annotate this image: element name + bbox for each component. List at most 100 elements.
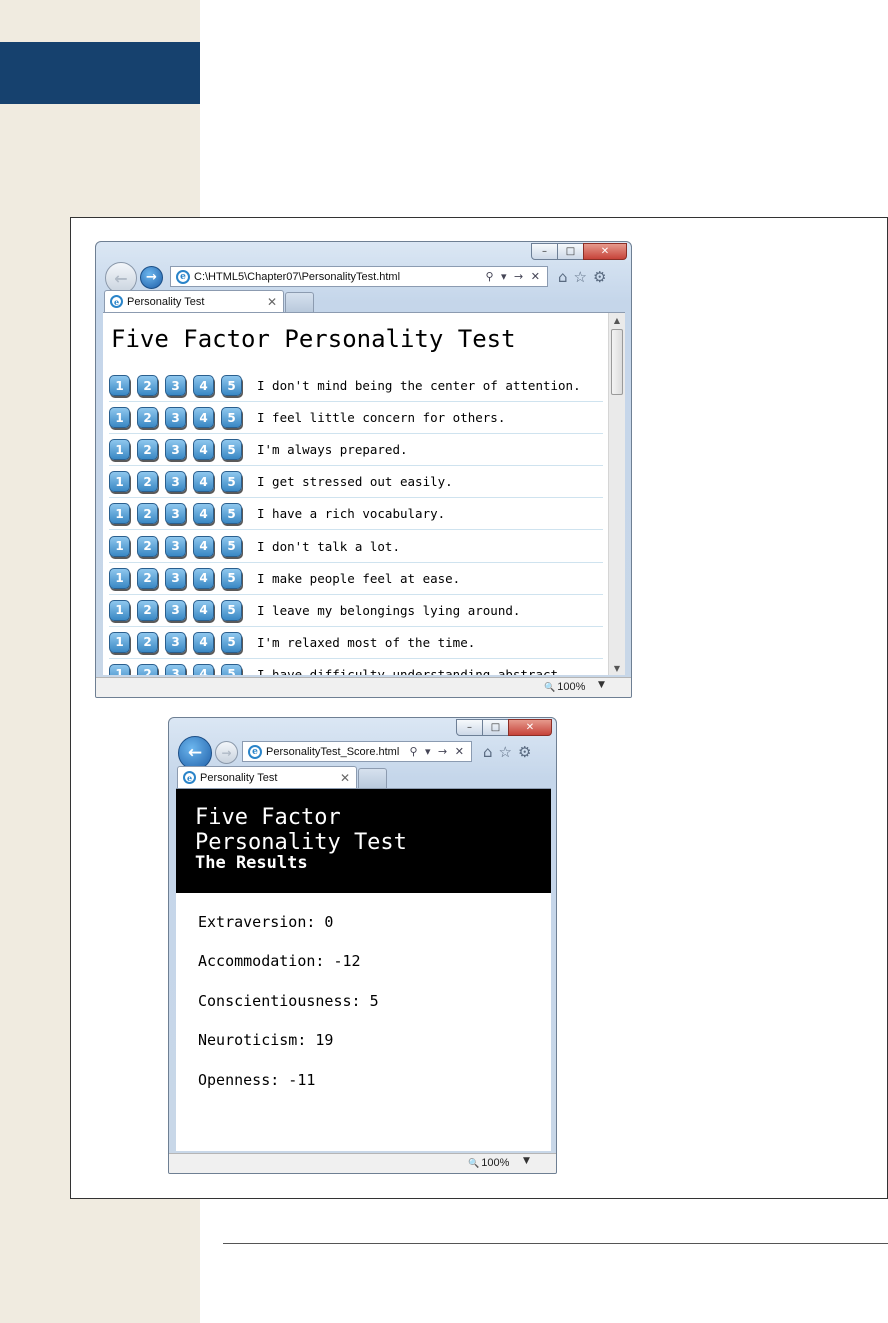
favorites-star-icon[interactable]: ☆ xyxy=(574,268,587,286)
rating-button-1[interactable]: 1 xyxy=(109,503,130,525)
tools-gear-icon[interactable]: ⚙ xyxy=(593,268,606,286)
rating-button-1[interactable]: 1 xyxy=(109,407,130,429)
zoom-dropdown-icon[interactable]: ▼ xyxy=(598,680,605,690)
rating-button-3[interactable]: 3 xyxy=(165,599,186,621)
scroll-down-icon[interactable]: ▼ xyxy=(609,661,625,675)
score-item: Conscientiousness: 5 xyxy=(198,991,379,1010)
home-icon[interactable]: ⌂ xyxy=(483,743,493,761)
maximize-button[interactable]: □ xyxy=(557,243,584,260)
rating-button-1[interactable]: 1 xyxy=(109,631,130,653)
rating-button-4[interactable]: 4 xyxy=(193,663,214,675)
rating-button-3[interactable]: 3 xyxy=(165,471,186,493)
rating-button-4[interactable]: 4 xyxy=(193,375,214,397)
address-url[interactable]: C:\HTML5\Chapter07\PersonalityTest.html xyxy=(194,271,400,283)
address-tools-icons[interactable]: ⚲ ▾ → ✕ xyxy=(409,745,471,758)
tab-close-icon[interactable]: ✕ xyxy=(267,295,277,309)
new-tab-button[interactable] xyxy=(358,768,387,788)
rating-button-5[interactable]: 5 xyxy=(221,631,242,653)
rating-button-4[interactable]: 4 xyxy=(193,567,214,589)
new-tab-button[interactable] xyxy=(285,292,314,312)
rating-button-2[interactable]: 2 xyxy=(137,375,158,397)
question-row: 1 2 3 4 5 I'm relaxed most of the time. xyxy=(109,627,603,659)
tab-close-icon[interactable]: ✕ xyxy=(340,771,350,785)
rating-button-5[interactable]: 5 xyxy=(221,471,242,493)
rating-group: 12345 xyxy=(109,631,242,653)
rating-button-5[interactable]: 5 xyxy=(221,407,242,429)
rating-group: 12345 xyxy=(109,663,242,675)
rating-button-5[interactable]: 5 xyxy=(221,535,242,557)
rating-button-2[interactable]: 2 xyxy=(137,599,158,621)
rating-button-3[interactable]: 3 xyxy=(165,663,186,675)
rating-button-5[interactable]: 5 xyxy=(221,663,242,675)
rating-button-3[interactable]: 3 xyxy=(165,375,186,397)
rating-button-2[interactable]: 2 xyxy=(137,567,158,589)
rating-button-1[interactable]: 1 xyxy=(109,439,130,461)
rating-button-3[interactable]: 3 xyxy=(165,567,186,589)
rating-button-5[interactable]: 5 xyxy=(221,439,242,461)
rating-button-3[interactable]: 3 xyxy=(165,439,186,461)
close-button[interactable]: ✕ xyxy=(508,719,552,736)
address-bar[interactable]: e C:\HTML5\Chapter07\PersonalityTest.htm… xyxy=(170,266,548,287)
rating-button-1[interactable]: 1 xyxy=(109,471,130,493)
rating-button-1[interactable]: 1 xyxy=(109,567,130,589)
zoom-control[interactable]: 🔍 100% xyxy=(544,681,585,693)
rating-button-4[interactable]: 4 xyxy=(193,471,214,493)
rating-button-3[interactable]: 3 xyxy=(165,631,186,653)
address-tools-icons[interactable]: ⚲ ▾ → ✕ xyxy=(485,270,547,283)
tab-personality-test[interactable]: e Personality Test ✕ xyxy=(177,766,357,788)
rating-button-4[interactable]: 4 xyxy=(193,631,214,653)
rating-button-5[interactable]: 5 xyxy=(221,375,242,397)
rating-button-2[interactable]: 2 xyxy=(137,503,158,525)
rating-button-4[interactable]: 4 xyxy=(193,407,214,429)
ie-page-icon: e xyxy=(176,269,190,284)
tools-gear-icon[interactable]: ⚙ xyxy=(518,743,531,761)
rating-button-3[interactable]: 3 xyxy=(165,503,186,525)
question-row: 12345 I make people feel at ease. xyxy=(109,563,603,595)
rating-button-3[interactable]: 3 xyxy=(165,407,186,429)
rating-button-4[interactable]: 4 xyxy=(193,599,214,621)
results-subtitle: The Results xyxy=(195,853,308,873)
rating-button-5[interactable]: 5 xyxy=(221,503,242,525)
rating-button-3[interactable]: 3 xyxy=(165,535,186,557)
close-button[interactable]: ✕ xyxy=(583,243,627,260)
rating-button-1[interactable]: 1 xyxy=(109,599,130,621)
rating-button-2[interactable]: 2 xyxy=(137,407,158,429)
forward-button[interactable]: → xyxy=(215,741,238,764)
minimize-button[interactable]: – xyxy=(531,243,558,260)
rating-button-2[interactable]: 2 xyxy=(137,439,158,461)
rating-button-4[interactable]: 4 xyxy=(193,439,214,461)
back-button[interactable]: ← xyxy=(178,736,212,770)
status-bar: 🔍 100% ▼ xyxy=(169,1153,556,1173)
zoom-level: 100% xyxy=(481,1157,510,1169)
maximize-button[interactable]: □ xyxy=(482,719,509,736)
rating-group: 12345 xyxy=(109,503,242,525)
address-bar[interactable]: e PersonalityTest_Score.html ⚲ ▾ → ✕ xyxy=(242,741,472,762)
zoom-dropdown-icon[interactable]: ▼ xyxy=(523,1156,530,1166)
rating-button-2[interactable]: 2 xyxy=(137,535,158,557)
rating-button-5[interactable]: 5 xyxy=(221,567,242,589)
scroll-thumb[interactable] xyxy=(611,329,623,395)
rating-button-1[interactable]: 1 xyxy=(109,535,130,557)
scroll-up-icon[interactable]: ▲ xyxy=(609,313,625,327)
command-icons: ⌂ ☆ ⚙ xyxy=(558,268,606,286)
home-icon[interactable]: ⌂ xyxy=(558,268,568,286)
address-url[interactable]: PersonalityTest_Score.html xyxy=(266,746,399,758)
rating-button-2[interactable]: 2 xyxy=(137,471,158,493)
question-text: I'm always prepared. xyxy=(257,442,408,458)
rating-button-5[interactable]: 5 xyxy=(221,599,242,621)
tab-title: Personality Test xyxy=(127,295,205,308)
rating-group: 12345 xyxy=(109,599,242,621)
favorites-star-icon[interactable]: ☆ xyxy=(499,743,512,761)
rating-button-2[interactable]: 2 xyxy=(137,631,158,653)
rating-button-1[interactable]: 1 xyxy=(109,375,130,397)
tab-personality-test[interactable]: e Personality Test ✕ xyxy=(104,290,284,312)
rating-button-1[interactable]: 1 xyxy=(109,663,130,675)
vertical-scrollbar[interactable]: ▲ ▼ xyxy=(608,313,625,675)
forward-button[interactable]: → xyxy=(140,266,163,289)
rating-button-2[interactable]: 2 xyxy=(137,663,158,675)
minimize-button[interactable]: – xyxy=(456,719,483,736)
rating-button-4[interactable]: 4 xyxy=(193,503,214,525)
rating-button-4[interactable]: 4 xyxy=(193,535,214,557)
zoom-control[interactable]: 🔍 100% xyxy=(468,1157,509,1169)
zoom-icon: 🔍 xyxy=(544,681,556,692)
